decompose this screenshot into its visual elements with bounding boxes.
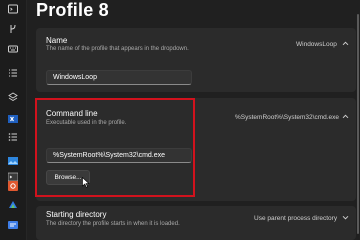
- image-icon[interactable]: [8, 156, 18, 166]
- main-content: Profile 8 Name The name of the profile t…: [26, 0, 360, 240]
- blue-app-icon[interactable]: [8, 220, 18, 230]
- highlight-box: [35, 98, 195, 197]
- name-description: The name of the profile that appears in …: [46, 46, 189, 52]
- branch-icon[interactable]: [8, 24, 18, 34]
- name-input[interactable]: WindowsLoop: [46, 70, 192, 85]
- sidebar: [0, 0, 27, 240]
- chevron-up-icon[interactable]: [342, 113, 349, 120]
- starting-directory-title: Starting directory: [46, 210, 107, 219]
- chevron-down-icon[interactable]: [342, 214, 349, 221]
- starting-directory-setting-card: Starting directory The directory the pro…: [36, 206, 356, 240]
- keyboard-icon[interactable]: [8, 44, 18, 54]
- command-line-value: %SystemRoot%\System32\cmd.exe: [235, 114, 340, 121]
- cloud-icon[interactable]: [8, 200, 18, 210]
- orange-app-icon[interactable]: [8, 181, 18, 191]
- chevron-up-icon[interactable]: [342, 40, 349, 47]
- name-setting-card: Name The name of the profile that appear…: [36, 28, 356, 92]
- list-bullets-icon[interactable]: [8, 132, 18, 142]
- scrollbar-thumb[interactable]: [357, 14, 359, 234]
- name-title: Name: [46, 36, 68, 45]
- scrollbar[interactable]: [356, 14, 360, 234]
- starting-directory-value[interactable]: Use parent process directory: [254, 215, 337, 222]
- profile-x-icon[interactable]: [8, 114, 18, 124]
- layers-icon[interactable]: [8, 92, 18, 102]
- mouse-cursor-icon: [82, 177, 90, 188]
- page-title: Profile 8: [36, 0, 109, 20]
- list-icon[interactable]: [8, 68, 18, 78]
- starting-directory-description: The directory the profile starts in when…: [46, 221, 180, 227]
- command-prompt-icon[interactable]: [8, 4, 18, 14]
- name-value: WindowsLoop: [296, 41, 337, 48]
